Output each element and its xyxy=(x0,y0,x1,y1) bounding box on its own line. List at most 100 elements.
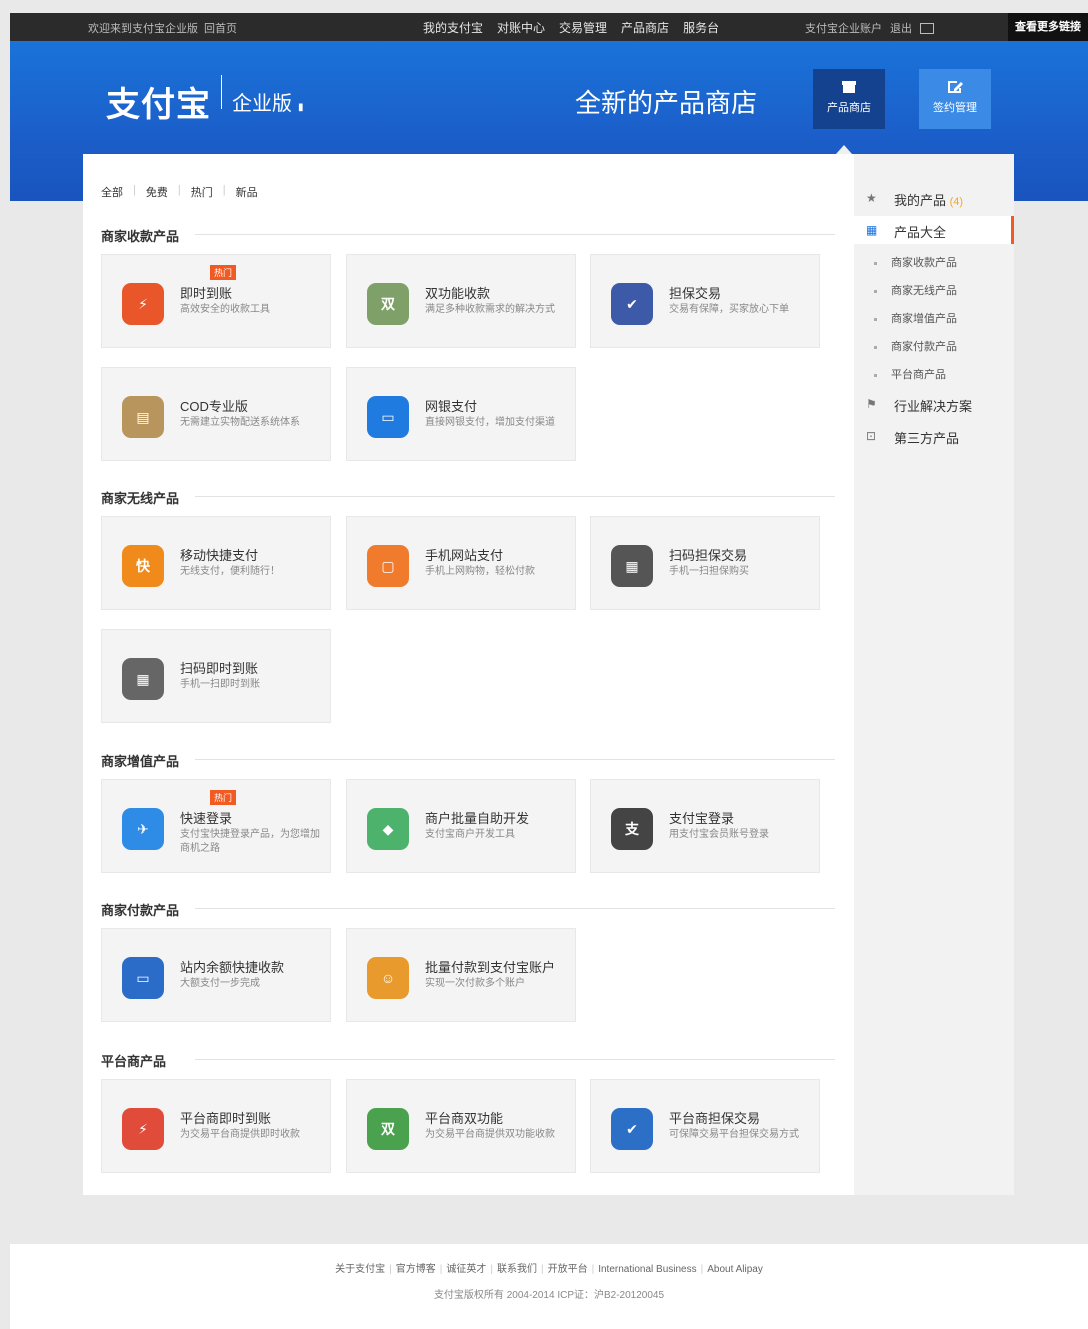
product-card[interactable]: 快移动快捷支付 无线支付，便利随行！ xyxy=(101,516,331,610)
product-name[interactable]: 平台商双功能 xyxy=(425,1108,503,1127)
product-list: 全部 | 免费 | 热门 | 新品 商家收款产品 ⚡ 即时到账 高效安全的收款工具 热门双双功… xyxy=(83,154,854,1195)
grid-icon: ▦ xyxy=(866,223,878,237)
product-name[interactable]: 扫码担保交易 xyxy=(669,545,747,564)
product-card[interactable]: 双平台商双功能 为交易平台商提供双功能收款 xyxy=(346,1079,576,1173)
sidebar-sub-collect[interactable]: 商家收款产品 xyxy=(874,254,957,270)
product-name[interactable]: 平台商担保交易 xyxy=(669,1108,760,1127)
product-card[interactable]: ▦ 扫码担保交易手机一扫担保购买 xyxy=(590,516,820,610)
edition-label: 企业版 ▮ xyxy=(232,93,304,115)
product-name[interactable]: 站内余额快捷收款 xyxy=(180,957,284,976)
product-card[interactable]: ▭ 网银支付 直接网银支付，增加支付渠道 xyxy=(346,367,576,461)
product-name[interactable]: 移动快捷支付 xyxy=(180,545,258,564)
product-description: 手机一扫担保购买 xyxy=(669,566,749,577)
product-card[interactable]: ☺ 批量付款到支付宝账户 实现一次付款多个账户 xyxy=(346,928,576,1022)
product-description: 高效安全的收款工具 xyxy=(180,304,270,315)
nav-service[interactable]: 服务台 xyxy=(683,19,719,36)
sidebar-third-party[interactable]: ⊡ 第三方产品 xyxy=(854,422,1014,450)
compass-icon: ✈ xyxy=(122,808,164,850)
footer-link[interactable]: 诚征英才 xyxy=(446,1264,486,1275)
footer-links: 关于支付宝 | 官方博客 | 诚征英才 | 联系我们 | 开放平台 | International … xyxy=(335,1264,763,1275)
sidebar-my-products[interactable]: ★ 我的产品 (4) xyxy=(854,184,1014,212)
product-name[interactable]: 即时到账 xyxy=(180,283,232,302)
product-name[interactable]: 手机网站支付 xyxy=(425,545,503,564)
store-blue-icon: ✔ xyxy=(611,1108,653,1150)
more-links[interactable]: 查看更多链接 xyxy=(1008,13,1088,41)
product-card[interactable]: 支支付宝登录 用支付宝会员账号登录 xyxy=(590,779,820,873)
product-name[interactable]: 网银支付 xyxy=(425,396,477,415)
alipay-logo[interactable]: 支付宝 xyxy=(106,77,211,126)
product-description: 满足多种收款需求的解决方式 xyxy=(425,304,555,315)
product-name[interactable]: 双功能收款 xyxy=(425,283,490,302)
footer-link[interactable]: About Alipay xyxy=(707,1264,763,1275)
top-right: 支付宝企业账户 退出 xyxy=(805,20,934,36)
nav-trade-management[interactable]: 交易管理 xyxy=(559,19,607,36)
sidebar-sub-value-added[interactable]: 商家增值产品 xyxy=(874,310,957,326)
product-description: 手机上网购物，轻松付款 xyxy=(425,566,535,577)
product-name[interactable]: 批量付款到支付宝账户 xyxy=(425,957,555,976)
section-divider xyxy=(195,496,835,497)
copyright: 支付宝版权所有 2004-2014 ICP证：沪B2-20120045 xyxy=(433,1290,665,1301)
filter-free[interactable]: 免费 xyxy=(146,184,168,200)
footer-link[interactable]: International Business xyxy=(598,1264,696,1275)
active-pointer xyxy=(836,145,852,154)
product-name[interactable]: 担保交易 xyxy=(669,283,721,302)
qr-icon: ▦ xyxy=(611,545,653,587)
logout-link[interactable]: 退出 xyxy=(890,20,912,36)
product-description: 可保障交易平台担保交易方式 xyxy=(669,1129,799,1140)
sign-management-button[interactable]: 签约管理 xyxy=(919,69,991,129)
section-title: 平台商产品 xyxy=(101,1054,167,1069)
product-card[interactable]: ✔ 担保交易 交易有保障，买家放心下单 xyxy=(590,254,820,348)
product-name[interactable]: 扫码即时到账 xyxy=(180,658,258,677)
sidebar-sub-wireless[interactable]: 商家无线产品 xyxy=(874,282,957,298)
back-home-link[interactable]: 回首页 xyxy=(204,23,237,35)
product-card[interactable]: 双双功能收款满足多种收款需求的解决方式 xyxy=(346,254,576,348)
tablet-icon: ▢ xyxy=(367,545,409,587)
sidebar-industry[interactable]: ⚑ 行业解决方案 xyxy=(854,390,1014,418)
footer-link[interactable]: 官方博客 xyxy=(396,1264,436,1275)
product-description: 支付宝快捷登录产品，为您增加商机之路 xyxy=(180,829,320,854)
filter-hot[interactable]: 热门 xyxy=(191,184,213,200)
product-name[interactable]: 平台商即时到账 xyxy=(180,1108,271,1127)
mail-icon[interactable] xyxy=(920,22,934,34)
footer-link[interactable]: 关于支付宝 xyxy=(335,1264,385,1275)
product-name[interactable]: 支付宝登录 xyxy=(669,808,734,827)
sidebar-sub-payment[interactable]: 商家付款产品 xyxy=(874,338,957,354)
welcome-text: 欢迎来到支付宝企业版 回首页 xyxy=(88,23,237,35)
product-name[interactable]: COD专业版 xyxy=(180,396,248,415)
nav-product-store[interactable]: 产品商店 xyxy=(621,19,669,36)
product-name[interactable]: 商户批量自助开发 xyxy=(425,808,529,827)
footer-link[interactable]: 开放平台 xyxy=(548,1264,588,1275)
nav-reconciliation[interactable]: 对账中心 xyxy=(497,19,545,36)
hot-badge: 热门 xyxy=(210,265,237,280)
product-description: 支付宝商户开发工具 xyxy=(425,829,515,840)
product-card[interactable]: ▤ COD专业版 无需建立实物配送系统体系 xyxy=(101,367,331,461)
product-card[interactable]: ⚡ 平台商即时到账 为交易平台商提供即时收款 xyxy=(101,1079,331,1173)
product-card[interactable]: ⚡ 即时到账 高效安全的收款工具 热门 xyxy=(101,254,331,348)
double-icon: 双 xyxy=(367,283,409,325)
nav-my-alipay[interactable]: 我的支付宝 xyxy=(423,19,483,36)
product-card[interactable]: ✈ 快速登录 支付宝快捷登录产品，为您增加商机之路 热门 xyxy=(101,779,331,873)
sidebar-sub-platform[interactable]: 平台商产品 xyxy=(874,366,946,382)
top-nav: 我的支付宝 对账中心 交易管理 产品商店 服务台 xyxy=(423,19,719,36)
store-icon xyxy=(842,81,856,93)
product-card[interactable]: ◆ 商户批量自助开发 支付宝商户开发工具 xyxy=(346,779,576,873)
product-store-button[interactable]: 产品商店 xyxy=(813,69,885,129)
product-card[interactable]: ✔ 平台商担保交易可保障交易平台担保交易方式 xyxy=(590,1079,820,1173)
plus-box-icon: ⊡ xyxy=(866,429,877,443)
footer-link[interactable]: 联系我们 xyxy=(497,1264,537,1275)
product-description: 交易有保障，买家放心下单 xyxy=(669,304,789,315)
product-card[interactable]: ▢ 手机网站支付手机上网购物，轻松付款 xyxy=(346,516,576,610)
product-description: 实现一次付款多个账户 xyxy=(425,978,525,989)
filter-all[interactable]: 全部 xyxy=(101,184,123,200)
sidebar-all-products[interactable]: ▦ 产品大全 xyxy=(854,216,1014,244)
box-icon: ▤ xyxy=(122,396,164,438)
product-card[interactable]: ▦ 扫码即时到账 手机一扫即时到账 xyxy=(101,629,331,723)
qr-instant-icon: ▦ xyxy=(122,658,164,700)
product-card[interactable]: ▭ 站内余额快捷收款 大额支付一步完成 xyxy=(101,928,331,1022)
filter-new[interactable]: 新品 xyxy=(236,184,258,200)
product-name[interactable]: 快速登录 xyxy=(180,808,232,827)
edit-icon xyxy=(948,81,963,93)
account-name[interactable]: 支付宝企业账户 xyxy=(805,20,882,36)
section-divider xyxy=(195,908,835,909)
product-description: 为交易平台商提供双功能收款 xyxy=(425,1129,555,1140)
